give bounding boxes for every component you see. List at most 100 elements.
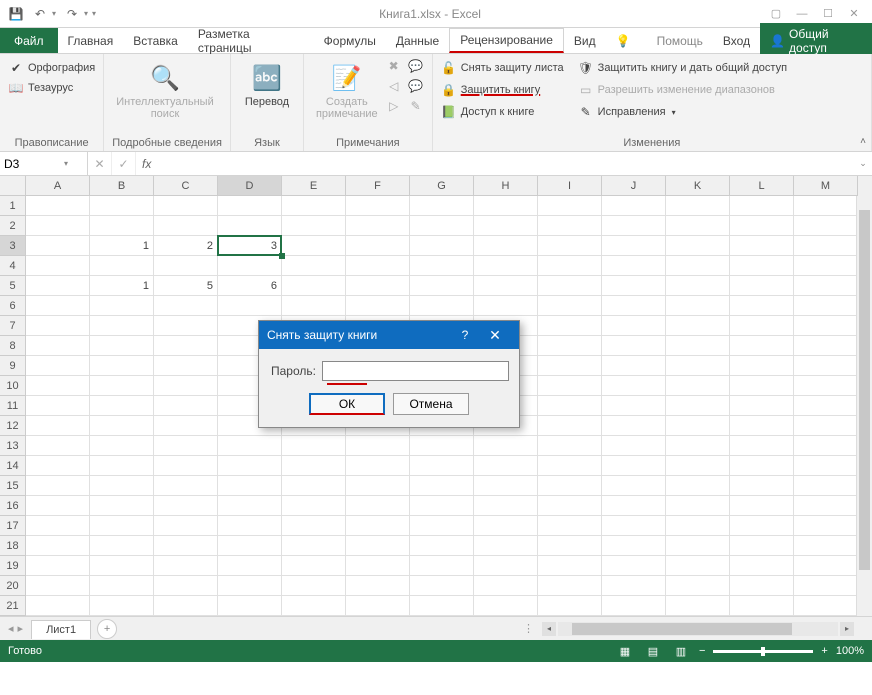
next-comment-icon[interactable]: ▷: [386, 98, 402, 114]
col-header[interactable]: J: [602, 176, 666, 196]
row-header[interactable]: 20: [0, 576, 26, 596]
cell-C5[interactable]: 5: [154, 276, 218, 296]
tab-insert[interactable]: Вставка: [123, 28, 188, 53]
fill-handle[interactable]: [279, 253, 285, 259]
dialog-titlebar[interactable]: Снять защиту книги ? ✕: [259, 321, 519, 349]
formula-input[interactable]: [157, 152, 854, 175]
select-all-corner[interactable]: [0, 176, 26, 196]
share-workbook-button[interactable]: 📗Доступ к книге: [441, 102, 564, 122]
row-header[interactable]: 1: [0, 196, 26, 216]
track-changes-button[interactable]: ✎Исправления▾: [578, 102, 787, 122]
horizontal-scrollbar[interactable]: [558, 622, 838, 636]
name-box-drop-icon[interactable]: ▾: [64, 159, 68, 168]
col-header[interactable]: H: [474, 176, 538, 196]
new-comment-button[interactable]: 📝Создать примечание: [312, 58, 382, 124]
tab-formulas[interactable]: Формулы: [314, 28, 386, 53]
enter-formula-icon[interactable]: ✓: [112, 152, 136, 175]
sheet-split-icon[interactable]: ⋮: [523, 622, 534, 635]
redo-icon[interactable]: ↷: [64, 6, 80, 22]
row-header[interactable]: 3: [0, 236, 26, 256]
name-box-input[interactable]: [4, 157, 64, 171]
row-header[interactable]: 14: [0, 456, 26, 476]
row-header[interactable]: 2: [0, 216, 26, 236]
row-header[interactable]: 5: [0, 276, 26, 296]
show-all-comments-icon[interactable]: 💬: [408, 78, 424, 94]
col-header[interactable]: A: [26, 176, 90, 196]
zoom-thumb[interactable]: [761, 647, 765, 656]
page-break-icon[interactable]: ▥: [671, 643, 691, 659]
row-header[interactable]: 11: [0, 396, 26, 416]
help-label[interactable]: Помощь: [647, 34, 713, 48]
col-header[interactable]: B: [90, 176, 154, 196]
dialog-help-icon[interactable]: ?: [451, 328, 479, 342]
cancel-formula-icon[interactable]: ✕: [88, 152, 112, 175]
row-header[interactable]: 7: [0, 316, 26, 336]
zoom-slider[interactable]: [713, 650, 813, 653]
dialog-close-icon[interactable]: ✕: [479, 327, 511, 344]
fx-icon[interactable]: fx: [136, 152, 157, 175]
cancel-button[interactable]: Отмена: [393, 393, 469, 415]
row-header[interactable]: 17: [0, 516, 26, 536]
cell-D3[interactable]: 3: [218, 236, 282, 256]
col-header[interactable]: I: [538, 176, 602, 196]
protect-share-button[interactable]: 🛡Защитить книгу и дать общий доступ: [578, 58, 787, 78]
delete-comment-icon[interactable]: ✖: [386, 58, 402, 74]
collapse-ribbon-icon[interactable]: ˄: [860, 136, 866, 147]
col-header[interactable]: C: [154, 176, 218, 196]
zoom-in-icon[interactable]: +: [821, 645, 827, 657]
tab-view[interactable]: Вид: [564, 28, 606, 53]
tab-layout[interactable]: Разметка страницы: [188, 28, 314, 53]
row-header[interactable]: 21: [0, 596, 26, 616]
row-header[interactable]: 13: [0, 436, 26, 456]
row-header[interactable]: 6: [0, 296, 26, 316]
add-sheet-button[interactable]: +: [97, 619, 117, 639]
tell-me-icon[interactable]: 💡: [606, 34, 641, 48]
tab-review[interactable]: Рецензирование: [449, 28, 564, 53]
normal-view-icon[interactable]: ▦: [615, 643, 635, 659]
vscroll-thumb[interactable]: [859, 210, 870, 570]
sheet-nav-next-icon[interactable]: ▸: [18, 622, 24, 635]
allow-ranges-button[interactable]: ▭Разрешить изменение диапазонов: [578, 80, 787, 100]
vertical-scrollbar[interactable]: [856, 196, 872, 616]
cell-D5[interactable]: 6: [218, 276, 282, 296]
tab-data[interactable]: Данные: [386, 28, 449, 53]
col-header[interactable]: E: [282, 176, 346, 196]
expand-formula-icon[interactable]: ⌄: [854, 152, 872, 175]
page-layout-icon[interactable]: ▤: [643, 643, 663, 659]
sheet-nav-prev-icon[interactable]: ◂: [8, 622, 14, 635]
smart-lookup-button[interactable]: 🔍Интеллектуальный поиск: [112, 58, 217, 124]
cell-B5[interactable]: 1: [90, 276, 154, 296]
show-comment-icon[interactable]: 💬: [408, 58, 424, 74]
row-header[interactable]: 15: [0, 476, 26, 496]
col-header[interactable]: M: [794, 176, 858, 196]
password-input[interactable]: [322, 361, 509, 381]
row-header[interactable]: 18: [0, 536, 26, 556]
row-header[interactable]: 12: [0, 416, 26, 436]
unprotect-sheet-button[interactable]: 🔓Снять защиту листа: [441, 58, 564, 78]
row-header[interactable]: 19: [0, 556, 26, 576]
hscroll-left-icon[interactable]: ◂: [542, 622, 556, 636]
zoom-level[interactable]: 100%: [836, 645, 864, 657]
sheet-tab[interactable]: Лист1: [31, 620, 91, 639]
hscroll-right-icon[interactable]: ▸: [840, 622, 854, 636]
minimize-icon[interactable]: —: [790, 4, 814, 24]
undo-icon[interactable]: ↶: [32, 6, 48, 22]
save-icon[interactable]: 💾: [8, 6, 24, 22]
col-header[interactable]: G: [410, 176, 474, 196]
show-ink-icon[interactable]: ✎: [408, 98, 424, 114]
cell-B3[interactable]: 1: [90, 236, 154, 256]
row-header[interactable]: 16: [0, 496, 26, 516]
row-header[interactable]: 4: [0, 256, 26, 276]
name-box[interactable]: ▾: [0, 152, 88, 175]
translate-button[interactable]: 🔤Перевод: [239, 58, 295, 112]
col-header[interactable]: L: [730, 176, 794, 196]
cell-C3[interactable]: 2: [154, 236, 218, 256]
prev-comment-icon[interactable]: ◁: [386, 78, 402, 94]
ok-button[interactable]: ОК: [309, 393, 385, 415]
spelling-button[interactable]: ✔Орфография: [8, 58, 95, 78]
redo-drop-icon[interactable]: ▾: [84, 9, 88, 18]
undo-drop-icon[interactable]: ▾: [52, 9, 56, 18]
close-icon[interactable]: ✕: [842, 4, 866, 24]
thesaurus-button[interactable]: 📖Тезаурус: [8, 78, 73, 98]
row-header[interactable]: 9: [0, 356, 26, 376]
